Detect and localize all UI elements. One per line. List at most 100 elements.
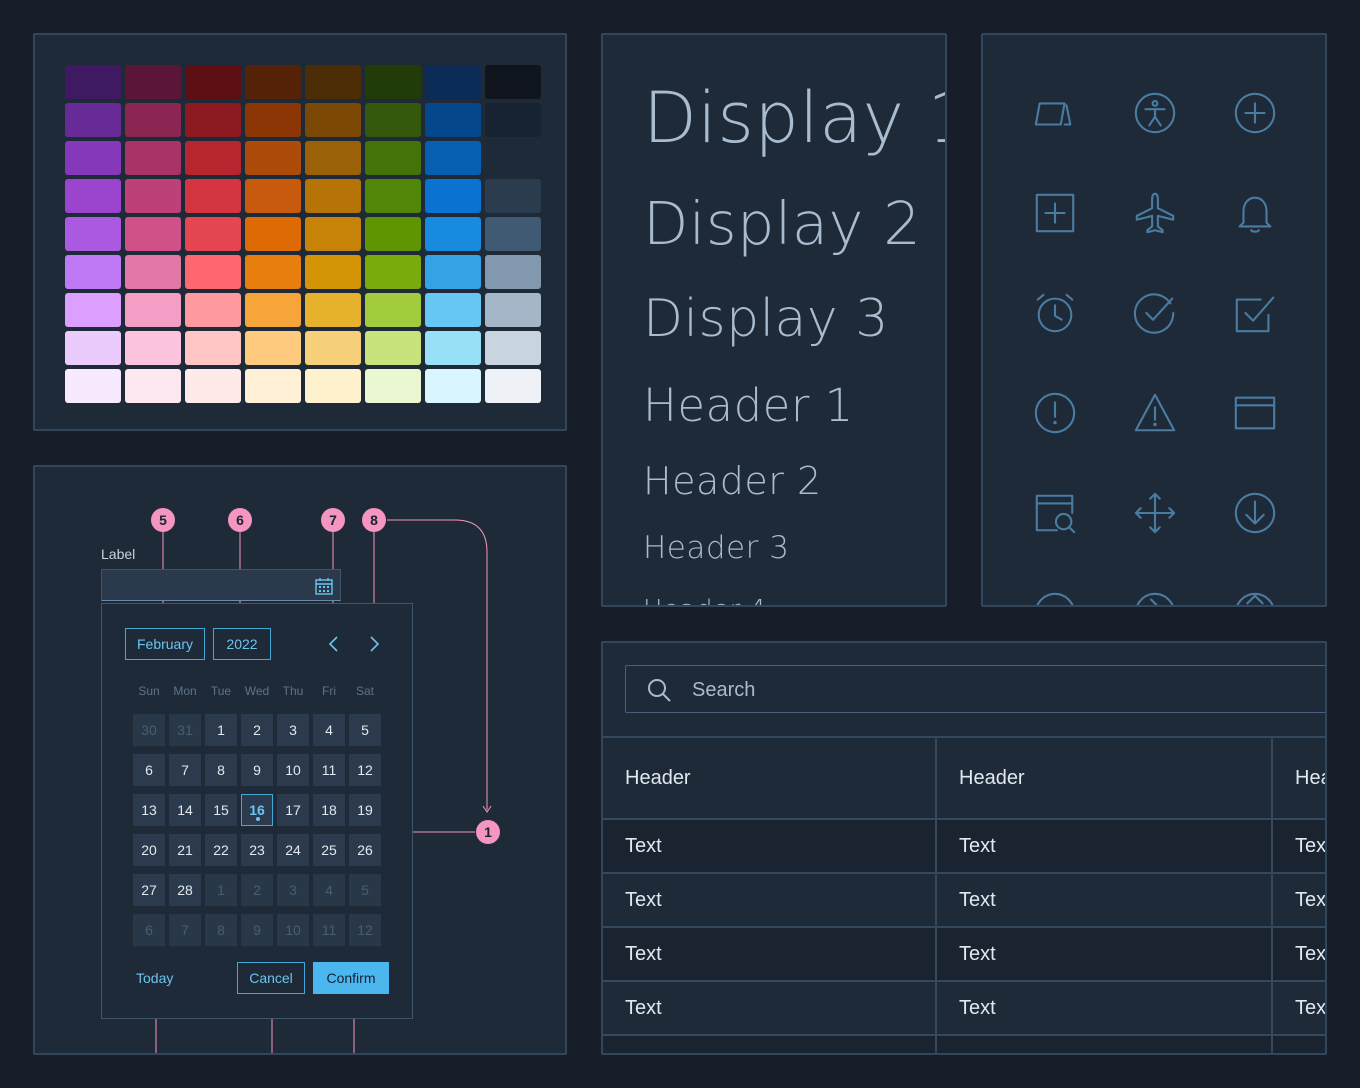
- color-swatch[interactable]: [425, 293, 481, 327]
- calendar-day-outside[interactable]: 6: [133, 914, 165, 946]
- color-swatch[interactable]: [365, 217, 421, 251]
- chevron-left-icon[interactable]: [322, 632, 346, 656]
- color-swatch[interactable]: [485, 331, 541, 365]
- color-swatch[interactable]: [305, 179, 361, 213]
- color-swatch[interactable]: [65, 255, 121, 289]
- confirm-button[interactable]: Confirm: [313, 962, 389, 994]
- calendar-day-outside[interactable]: 9: [241, 914, 273, 946]
- calendar-day[interactable]: 14: [169, 794, 201, 826]
- search-field[interactable]: Search: [625, 665, 1325, 713]
- color-swatch[interactable]: [365, 65, 421, 99]
- year-select[interactable]: 2022: [213, 628, 271, 660]
- color-swatch[interactable]: [125, 179, 181, 213]
- color-swatch[interactable]: [185, 65, 241, 99]
- calendar-day[interactable]: 5: [349, 714, 381, 746]
- calendar-day-outside[interactable]: 10: [277, 914, 309, 946]
- calendar-day-outside[interactable]: 2: [241, 874, 273, 906]
- calendar-day-outside[interactable]: 31: [169, 714, 201, 746]
- calendar-day[interactable]: 11: [313, 754, 345, 786]
- color-swatch[interactable]: [245, 293, 301, 327]
- table-row[interactable]: Text Text Text: [603, 820, 1325, 874]
- color-swatch[interactable]: [65, 331, 121, 365]
- calendar-day[interactable]: 24: [277, 834, 309, 866]
- color-swatch[interactable]: [185, 141, 241, 175]
- color-swatch[interactable]: [305, 217, 361, 251]
- color-swatch[interactable]: [485, 293, 541, 327]
- color-swatch[interactable]: [485, 65, 541, 99]
- color-swatch[interactable]: [125, 141, 181, 175]
- color-swatch[interactable]: [245, 141, 301, 175]
- cancel-button[interactable]: Cancel: [237, 962, 305, 994]
- color-swatch[interactable]: [125, 217, 181, 251]
- color-swatch[interactable]: [365, 179, 421, 213]
- column-header[interactable]: Header: [937, 738, 1273, 818]
- calendar-day[interactable]: 17: [277, 794, 309, 826]
- color-swatch[interactable]: [425, 141, 481, 175]
- calendar-day[interactable]: 6: [133, 754, 165, 786]
- calendar-day[interactable]: 25: [313, 834, 345, 866]
- date-input[interactable]: [101, 569, 341, 601]
- color-swatch[interactable]: [245, 369, 301, 403]
- color-swatch[interactable]: [65, 293, 121, 327]
- calendar-day[interactable]: 22: [205, 834, 237, 866]
- color-swatch[interactable]: [245, 65, 301, 99]
- chevron-right-icon[interactable]: [362, 632, 386, 656]
- color-swatch[interactable]: [365, 331, 421, 365]
- color-swatch[interactable]: [305, 103, 361, 137]
- calendar-day-outside[interactable]: 8: [205, 914, 237, 946]
- calendar-day[interactable]: 16: [241, 794, 273, 826]
- calendar-day-outside[interactable]: 4: [313, 874, 345, 906]
- calendar-day[interactable]: 18: [313, 794, 345, 826]
- color-swatch[interactable]: [65, 103, 121, 137]
- color-swatch[interactable]: [365, 369, 421, 403]
- color-swatch[interactable]: [125, 103, 181, 137]
- month-select[interactable]: February: [125, 628, 205, 660]
- color-swatch[interactable]: [485, 217, 541, 251]
- calendar-day-outside[interactable]: 30: [133, 714, 165, 746]
- color-swatch[interactable]: [425, 217, 481, 251]
- color-swatch[interactable]: [245, 331, 301, 365]
- calendar-day[interactable]: 13: [133, 794, 165, 826]
- color-swatch[interactable]: [425, 255, 481, 289]
- calendar-day[interactable]: 9: [241, 754, 273, 786]
- color-swatch[interactable]: [65, 217, 121, 251]
- color-swatch[interactable]: [365, 293, 421, 327]
- calendar-day-outside[interactable]: 3: [277, 874, 309, 906]
- table-row[interactable]: Text Text Text: [603, 928, 1325, 982]
- calendar-day[interactable]: 12: [349, 754, 381, 786]
- color-swatch[interactable]: [425, 103, 481, 137]
- color-swatch[interactable]: [305, 255, 361, 289]
- calendar-day[interactable]: 28: [169, 874, 201, 906]
- color-swatch[interactable]: [485, 103, 541, 137]
- calendar-day-outside[interactable]: 7: [169, 914, 201, 946]
- table-row[interactable]: Text Text Text: [603, 982, 1325, 1036]
- color-swatch[interactable]: [245, 255, 301, 289]
- column-header[interactable]: Header: [1273, 738, 1325, 818]
- calendar-day[interactable]: 7: [169, 754, 201, 786]
- color-swatch[interactable]: [65, 65, 121, 99]
- calendar-day[interactable]: 2: [241, 714, 273, 746]
- color-swatch[interactable]: [305, 141, 361, 175]
- calendar-day[interactable]: 26: [349, 834, 381, 866]
- calendar-day[interactable]: 8: [205, 754, 237, 786]
- color-swatch[interactable]: [485, 369, 541, 403]
- today-button[interactable]: Today: [136, 970, 173, 986]
- color-swatch[interactable]: [305, 293, 361, 327]
- calendar-day[interactable]: 27: [133, 874, 165, 906]
- calendar-day[interactable]: 19: [349, 794, 381, 826]
- calendar-day[interactable]: 1: [205, 714, 237, 746]
- color-swatch[interactable]: [125, 293, 181, 327]
- color-swatch[interactable]: [365, 255, 421, 289]
- calendar-day[interactable]: 20: [133, 834, 165, 866]
- color-swatch[interactable]: [485, 141, 541, 175]
- color-swatch[interactable]: [485, 255, 541, 289]
- color-swatch[interactable]: [365, 141, 421, 175]
- calendar-day[interactable]: 3: [277, 714, 309, 746]
- color-swatch[interactable]: [125, 331, 181, 365]
- color-swatch[interactable]: [125, 65, 181, 99]
- color-swatch[interactable]: [65, 141, 121, 175]
- calendar-day[interactable]: 15: [205, 794, 237, 826]
- color-swatch[interactable]: [425, 369, 481, 403]
- color-swatch[interactable]: [65, 369, 121, 403]
- color-swatch[interactable]: [185, 331, 241, 365]
